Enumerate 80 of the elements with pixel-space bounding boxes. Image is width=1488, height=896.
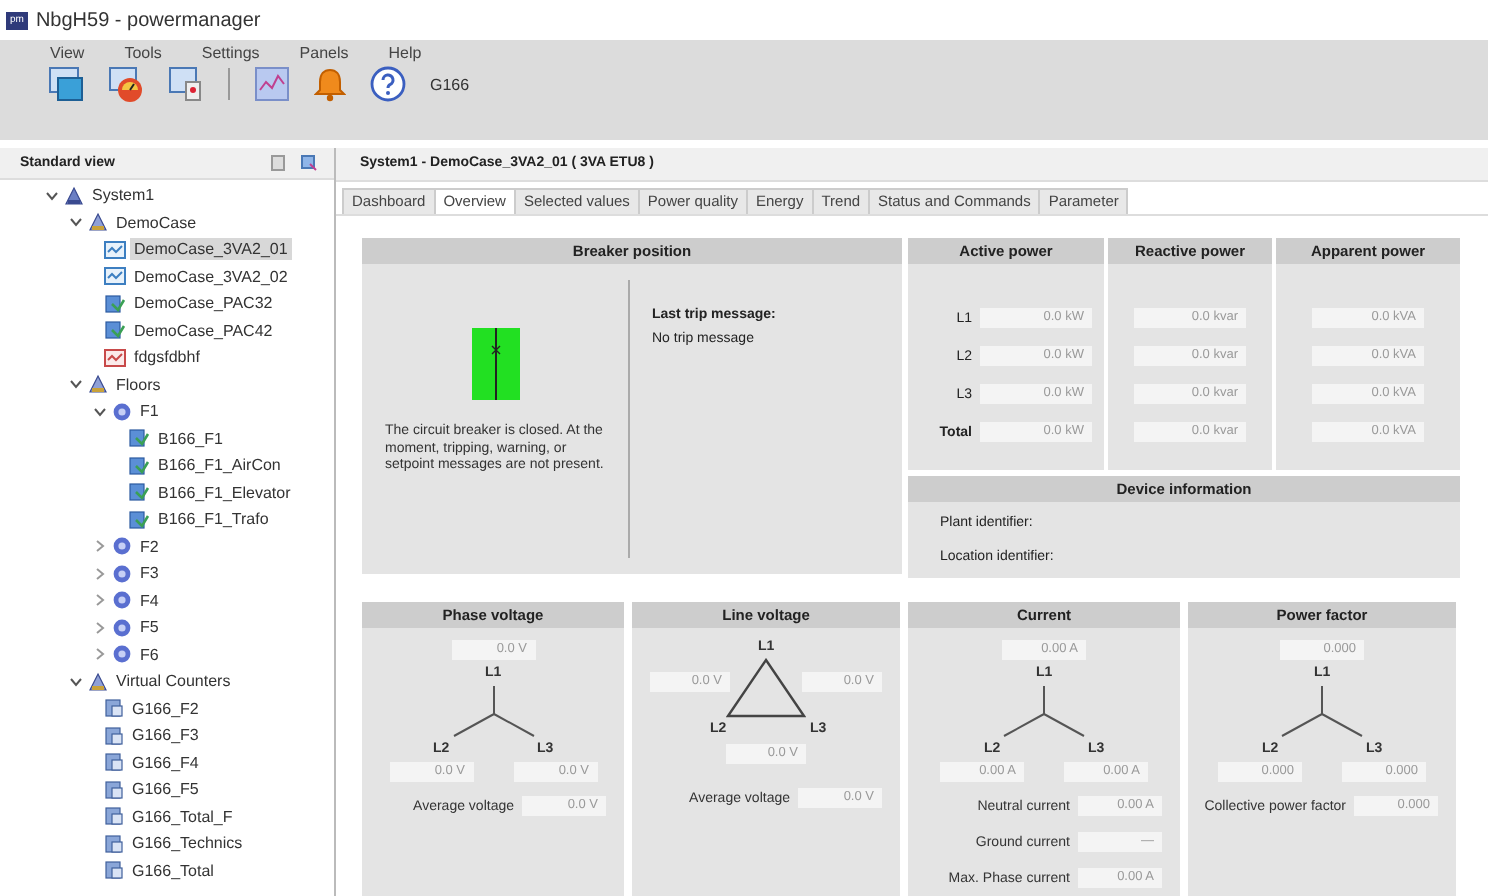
tree-item[interactable]: G166_Total <box>128 859 218 882</box>
tree-item[interactable]: G166_F2 <box>128 697 203 720</box>
tree-item[interactable]: F5 <box>136 616 163 639</box>
filter-icon[interactable] <box>300 154 318 172</box>
menu-item[interactable]: Settings <box>201 44 260 62</box>
counter-icon <box>104 698 124 719</box>
chart-window-icon <box>104 266 126 287</box>
circle-icon <box>112 536 132 557</box>
collapse-icon[interactable] <box>46 189 58 202</box>
wye-symbol <box>998 686 1090 738</box>
bell-icon[interactable] <box>314 66 346 102</box>
meter-device-icon <box>128 455 150 476</box>
meter-device-icon <box>104 320 126 341</box>
meter-device-icon <box>128 428 150 449</box>
pyramid-icon <box>88 671 108 692</box>
tree-item[interactable]: Floors <box>112 373 165 396</box>
tree-item[interactable]: B166_F1_Trafo <box>154 508 273 531</box>
circle-icon <box>112 563 132 584</box>
pyramid-icon <box>88 212 108 233</box>
chart-icon[interactable] <box>254 66 290 102</box>
counter-icon <box>104 752 124 773</box>
wye-symbol <box>1276 686 1368 738</box>
expand-icon[interactable] <box>94 540 106 553</box>
collapse-icon[interactable] <box>94 405 106 418</box>
tree-item[interactable]: G166_F3 <box>128 724 203 747</box>
expand-icon[interactable] <box>94 648 106 661</box>
pyramid-icon <box>64 185 84 206</box>
settings-window-icon[interactable] <box>168 66 204 102</box>
pyramid-icon <box>88 374 108 395</box>
tree-item[interactable]: fdgsfdbhf <box>130 346 204 369</box>
counter-icon <box>104 860 124 881</box>
tree-item[interactable]: B166_F1_Elevator <box>154 481 295 504</box>
meter-device-icon <box>128 482 150 503</box>
meter-device-icon <box>104 293 126 314</box>
tree-item[interactable]: G166_Technics <box>128 832 247 855</box>
tree-item[interactable]: F2 <box>136 535 163 558</box>
counter-icon <box>104 779 124 800</box>
tree-item[interactable]: G166_F4 <box>128 751 203 774</box>
tree-item[interactable]: G166_F5 <box>128 778 203 801</box>
expand-icon[interactable] <box>94 621 106 634</box>
collapse-icon[interactable] <box>70 675 82 688</box>
menu-item[interactable]: View <box>50 44 85 62</box>
counter-icon <box>104 833 124 854</box>
meter-device-icon <box>128 509 150 530</box>
toolbar-label: G166 <box>430 75 470 93</box>
expand-icon[interactable] <box>94 567 106 580</box>
circle-icon <box>112 401 132 422</box>
menu-item[interactable]: Help <box>388 44 422 62</box>
chart-window-icon <box>104 347 126 368</box>
window-title: NbgH59 - powermanager <box>35 9 261 31</box>
tree-item[interactable]: DemoCase_3VA2_02 <box>130 265 292 288</box>
chart-window-icon <box>104 239 126 260</box>
tree-item[interactable]: System1 <box>88 184 159 207</box>
expand-icon[interactable] <box>94 594 106 607</box>
triangle-symbol <box>726 658 806 718</box>
gauge-icon[interactable] <box>108 66 144 102</box>
help-icon[interactable] <box>370 66 406 102</box>
collapse-icon[interactable] <box>70 216 82 229</box>
counter-icon <box>104 806 124 827</box>
circle-icon <box>112 590 132 611</box>
window-icon[interactable] <box>48 66 84 102</box>
tree-item[interactable]: F3 <box>136 562 163 585</box>
tree-item[interactable]: F4 <box>136 589 163 612</box>
tree-item[interactable]: DemoCase_PAC42 <box>130 319 277 342</box>
menu-item[interactable]: Tools <box>124 44 162 62</box>
tree-item[interactable]: DemoCase_PAC32 <box>130 292 277 315</box>
tree-item[interactable]: Virtual Counters <box>112 670 235 693</box>
collapse-icon[interactable] <box>70 378 82 391</box>
circle-icon <box>112 617 132 638</box>
counter-icon <box>104 725 124 746</box>
tree-item[interactable]: DemoCase_3VA2_01 <box>130 238 292 261</box>
tree-item[interactable]: DemoCase <box>112 211 201 234</box>
tree-item[interactable]: F1 <box>136 400 163 423</box>
tree-item[interactable]: G166_Total_F <box>128 805 237 828</box>
circle-icon <box>112 644 132 665</box>
menu-item[interactable]: Panels <box>299 44 349 62</box>
tree-item[interactable]: B166_F1 <box>154 427 227 450</box>
tree-item[interactable]: B166_F1_AirCon <box>154 454 285 477</box>
tree-item[interactable]: F6 <box>136 643 163 666</box>
edit-icon[interactable] <box>270 154 288 172</box>
